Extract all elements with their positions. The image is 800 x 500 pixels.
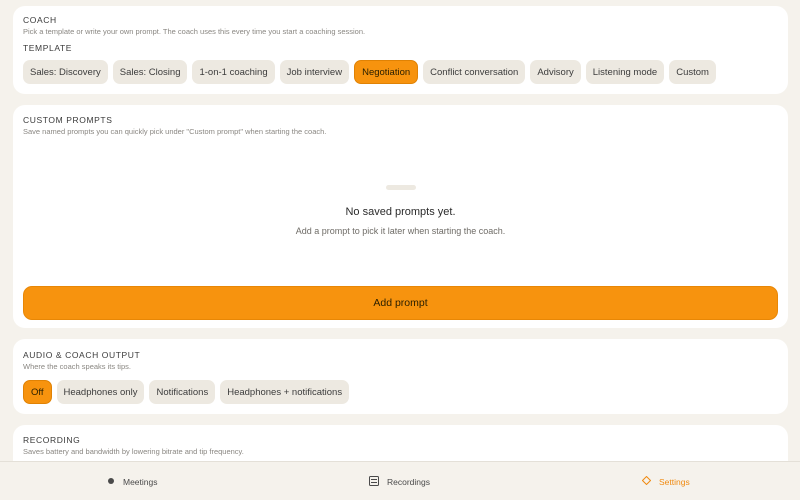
- template-chip[interactable]: Job interview: [279, 60, 350, 84]
- audio-output-card: AUDIO & COACH OUTPUT Where the coach spe…: [13, 339, 788, 414]
- audio-description: Where the coach speaks its tips.: [23, 362, 131, 371]
- empty-state-subtitle: Add a prompt to pick it later when start…: [295, 226, 506, 236]
- recording-title: RECORDING: [23, 435, 81, 445]
- add-prompt-button[interactable]: Add prompt: [23, 286, 778, 320]
- audio-output-chips: Off Headphones only Notifications Headphone…: [23, 380, 350, 404]
- empty-state-title: No saved prompts yet.: [345, 206, 456, 218]
- empty-state-placeholder: [386, 185, 416, 190]
- dot-icon: [107, 477, 115, 487]
- audio-title: AUDIO & COACH OUTPUT: [23, 350, 141, 360]
- coach-description: Pick a template or write your own prompt…: [23, 27, 366, 36]
- tab-meetings-label: Meetings: [123, 476, 158, 487]
- coach-title: COACH: [23, 15, 57, 25]
- template-chip[interactable]: Listening mode: [585, 60, 665, 84]
- bottom-tab-bar: Meetings Recordings Settings: [0, 461, 800, 500]
- audio-option-chip[interactable]: Notifications: [149, 380, 216, 404]
- tab-settings-label: Settings: [659, 476, 690, 487]
- recording-description: Saves battery and bandwidth by lowering …: [23, 447, 244, 456]
- recording-card: RECORDING Saves battery and bandwidth by…: [13, 425, 788, 461]
- settings-scroll-area[interactable]: COACH Pick a template or write your own …: [0, 0, 800, 461]
- template-chip[interactable]: 1-on-1 coaching: [192, 60, 275, 84]
- tab-recordings-label: Recordings: [387, 476, 430, 487]
- template-chip[interactable]: Custom: [669, 60, 716, 84]
- audio-option-chip[interactable]: Headphones + notifications: [220, 380, 350, 404]
- custom-prompts-title: CUSTOM PROMPTS: [23, 115, 113, 125]
- coach-card: COACH Pick a template or write your own …: [13, 6, 788, 94]
- tab-settings[interactable]: Settings: [641, 462, 690, 500]
- list-icon: [369, 475, 379, 488]
- template-chip[interactable]: Conflict conversation: [423, 60, 526, 84]
- audio-option-chip[interactable]: Off: [23, 380, 52, 404]
- custom-prompts-card: CUSTOM PROMPTS Save named prompts you ca…: [13, 105, 788, 328]
- template-chips: Sales: Discovery Sales: Closing 1-on-1 coa…: [23, 60, 716, 84]
- audio-option-chip[interactable]: Headphones only: [56, 380, 145, 404]
- diamond-icon: [641, 475, 652, 487]
- template-label: TEMPLATE: [23, 43, 73, 53]
- custom-prompts-description: Save named prompts you can quickly pick …: [23, 127, 327, 136]
- template-chip[interactable]: Sales: Closing: [112, 60, 188, 84]
- tab-meetings[interactable]: Meetings: [107, 462, 158, 500]
- template-chip[interactable]: Sales: Discovery: [23, 60, 108, 84]
- template-chip[interactable]: Advisory: [530, 60, 581, 84]
- template-chip[interactable]: Negotiation: [354, 60, 419, 84]
- tab-recordings[interactable]: Recordings: [369, 462, 430, 500]
